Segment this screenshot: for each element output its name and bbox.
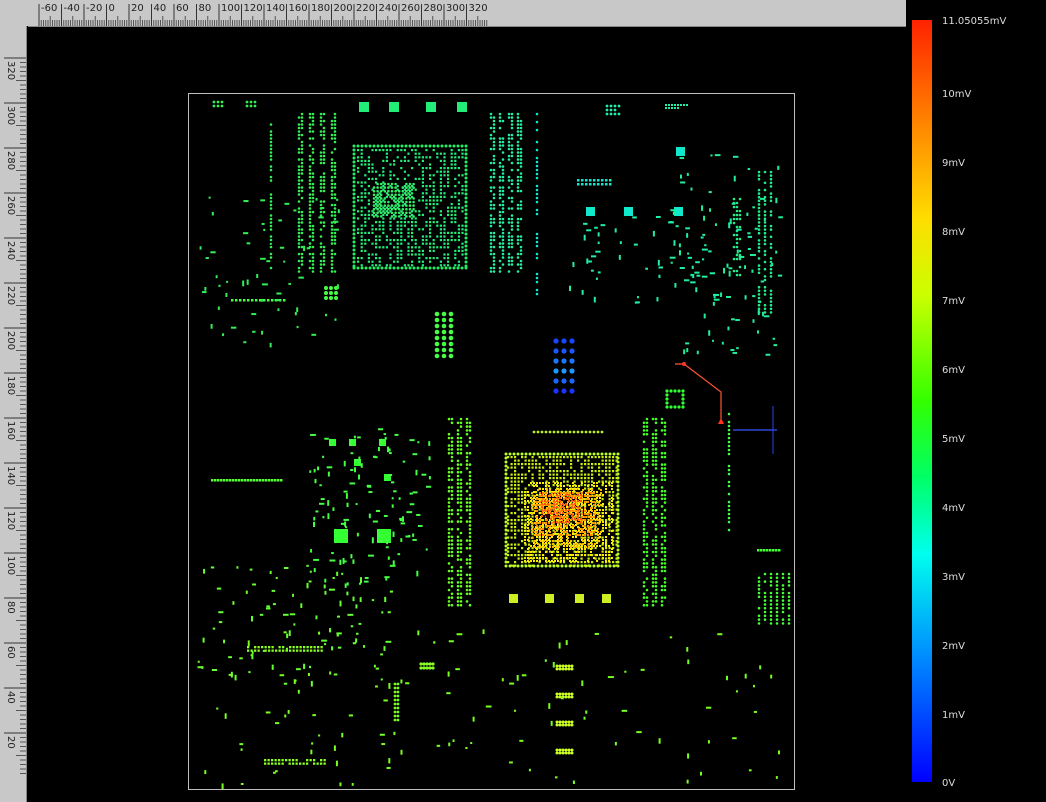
ruler-top-label: 160 (289, 3, 308, 14)
ruler-top-label: 0 (109, 3, 115, 14)
ruler-top-label: 60 (176, 3, 189, 14)
ruler-left-label: 20 (5, 736, 16, 749)
ruler-left-label: 280 (5, 151, 16, 170)
ruler-horizontal[interactable]: -60 -40 -20 0 20 40 60 80 100 120 140 160 180 200 220 2… (28, 0, 906, 27)
ruler-top-label: 140 (266, 3, 285, 14)
ruler-vertical[interactable]: 320 300 280 260 240 220 200 180 160 140 120 100 80 60… (0, 26, 27, 802)
legend-label: 1mV (942, 710, 965, 721)
ruler-top-label: 300 (446, 3, 465, 14)
layout-canvas[interactable] (28, 28, 906, 802)
legend-label: 4mV (942, 503, 965, 514)
ruler-top-label: 100 (221, 3, 240, 14)
ruler-top-label: 20 (131, 3, 144, 14)
ruler-top-label: 280 (424, 3, 443, 14)
ruler-top-label: 80 (199, 3, 212, 14)
ruler-top-label: -60 (41, 3, 57, 14)
ruler-left-label: 220 (5, 286, 16, 305)
voltage-drop-plot (197, 100, 791, 790)
ruler-corner (0, 0, 28, 26)
legend-label: 6mV (942, 365, 965, 376)
ruler-left-label: 240 (5, 241, 16, 260)
ruler-left-label: 80 (5, 601, 16, 614)
ruler-vertical-scale: 320 300 280 260 240 220 200 180 160 140 120 100 80 60… (4, 57, 26, 774)
ruler-top-label: -40 (64, 3, 80, 14)
ruler-left-label: 260 (5, 196, 16, 215)
legend-label: 0V (942, 778, 956, 789)
ruler-left-label: 60 (5, 646, 16, 659)
ruler-left-label: 40 (5, 691, 16, 704)
legend-label: 3mV (942, 572, 965, 583)
ruler-top-label: 220 (356, 3, 375, 14)
legend-color-bar (912, 20, 932, 782)
ruler-top-label: -20 (86, 3, 102, 14)
ruler-top-label: 180 (311, 3, 330, 14)
legend-max-label: 11.05055mV (942, 16, 1007, 27)
legend-label: 10mV (942, 89, 972, 100)
ruler-top-label: 320 (469, 3, 488, 14)
ruler-left-label: 140 (5, 466, 16, 485)
legend-label: 5mV (942, 434, 965, 445)
ruler-top-label: 260 (401, 3, 420, 14)
legend-label: 9mV (942, 158, 965, 169)
ruler-left-label: 100 (5, 556, 16, 575)
legend-label: 7mV (942, 296, 965, 307)
ruler-left-label: 160 (5, 421, 16, 440)
ruler-left-label: 120 (5, 511, 16, 530)
ruler-left-label: 180 (5, 376, 16, 395)
legend-label: 8mV (942, 227, 965, 238)
ruler-top-label: 120 (244, 3, 263, 14)
ruler-top-label: 240 (379, 3, 398, 14)
pcb-board-outline[interactable] (188, 93, 795, 790)
ruler-left-label: 300 (5, 106, 16, 125)
ruler-horizontal-scale: -60 -40 -20 0 20 40 60 80 100 120 140 160 180 200 220 2… (38, 3, 488, 26)
legend-label: 2mV (942, 641, 965, 652)
ruler-top-label: 40 (154, 3, 167, 14)
ruler-top-label: 200 (334, 3, 353, 14)
voltage-color-legend: 11.05055mV 10mV 9mV 8mV 7mV 6mV 5mV 4mV 3mV 2mV 1… (912, 16, 1046, 790)
ruler-left-label: 320 (5, 61, 16, 80)
ruler-left-label: 200 (5, 331, 16, 350)
